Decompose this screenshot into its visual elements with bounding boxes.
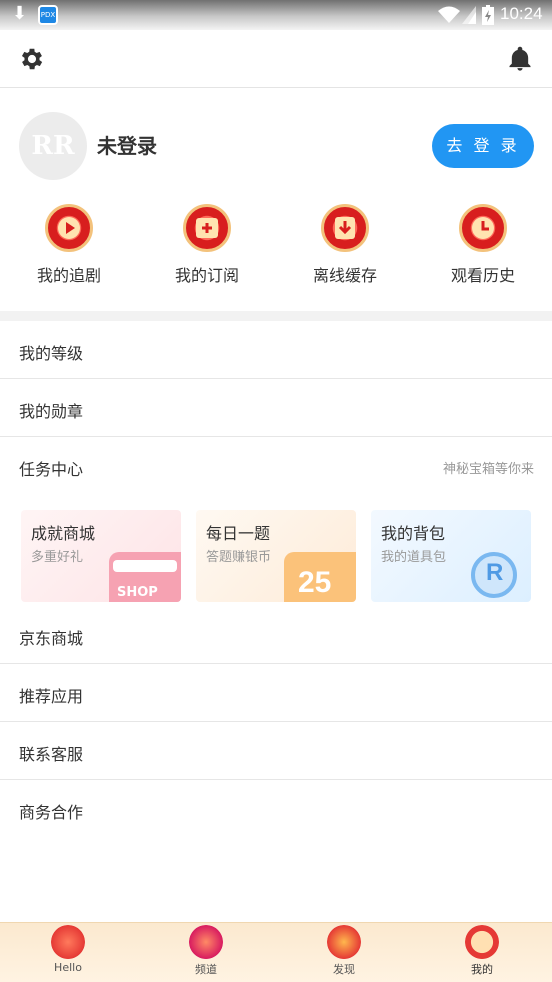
menu-item-label: 联系客服 xyxy=(19,745,84,764)
menu-item-label: 京东商城 xyxy=(19,629,84,648)
play-icon xyxy=(45,204,93,252)
menu-item-label: 商务合作 xyxy=(19,803,84,822)
card-title: 每日一题 xyxy=(206,524,271,543)
menu-item-business[interactable]: 商务合作 xyxy=(0,780,552,838)
menu-item-level[interactable]: 我的等级 xyxy=(0,321,552,379)
shortcut-watch-history[interactable]: 观看历史 xyxy=(433,204,533,286)
tab-label: 我的 xyxy=(471,963,493,976)
tab-hello[interactable]: Hello xyxy=(28,925,108,974)
card-title: 我的背包 xyxy=(381,524,446,543)
card-daily-question[interactable]: 每日一题 答题赚银币 25 xyxy=(196,510,356,602)
menu-item-label: 任务中心 xyxy=(19,460,84,479)
card-subtitle: 答题赚银币 xyxy=(206,550,272,565)
card-my-backpack[interactable]: 我的背包 我的道具包 R xyxy=(371,510,531,602)
clock-time: 10:24 xyxy=(500,4,543,23)
mine-icon xyxy=(465,925,499,959)
tab-label: 发现 xyxy=(333,963,355,976)
notification-bell-icon[interactable] xyxy=(506,45,534,73)
download-icon xyxy=(321,204,369,252)
tab-label: 频道 xyxy=(195,963,217,976)
shop-label: SHOP xyxy=(117,585,158,600)
calendar-day: 25 xyxy=(298,566,332,599)
card-title: 成就商城 xyxy=(31,524,96,543)
avatar[interactable]: RR xyxy=(19,112,87,180)
channel-icon xyxy=(189,925,223,959)
discover-icon xyxy=(327,925,361,959)
menu-item-label: 我的勋章 xyxy=(19,402,84,421)
top-bar xyxy=(0,30,552,88)
section-divider xyxy=(0,311,552,321)
tab-mine[interactable]: 我的 xyxy=(442,925,522,977)
tab-discover[interactable]: 发现 xyxy=(304,925,384,977)
menu-item-customer-service[interactable]: 联系客服 xyxy=(0,722,552,780)
bottom-tab-bar: Hello 频道 发现 我的 xyxy=(0,922,552,982)
menu-item-label: 推荐应用 xyxy=(19,687,84,706)
shortcut-my-shows[interactable]: 我的追剧 xyxy=(19,204,119,286)
tab-channel[interactable]: 频道 xyxy=(166,925,246,977)
calendar-icon: 25 xyxy=(284,552,356,602)
menu-item-label: 我的等级 xyxy=(19,344,84,363)
menu-item-medal[interactable]: 我的勋章 xyxy=(0,379,552,437)
clock-icon xyxy=(459,204,507,252)
download-icon: ⬇ xyxy=(12,3,28,24)
backpack-letter: R xyxy=(486,559,504,586)
profile-section: RR 未登录 去 登 录 我的追剧 我的订阅 离线缓存 观看历史 xyxy=(0,89,552,311)
shortcut-my-subscriptions[interactable]: 我的订阅 xyxy=(157,204,257,286)
username-label: 未登录 xyxy=(97,134,157,158)
menu-item-recommended-apps[interactable]: 推荐应用 xyxy=(0,664,552,722)
login-button[interactable]: 去 登 录 xyxy=(432,124,534,168)
app-notification-icon: PDX xyxy=(38,5,58,25)
menu-item-task-center[interactable]: 任务中心 神秘宝箱等你来 xyxy=(0,437,552,495)
card-subtitle: 我的道具包 xyxy=(381,550,447,565)
shortcut-label: 我的追剧 xyxy=(36,266,101,285)
signal-icon xyxy=(462,6,476,24)
card-subtitle: 多重好礼 xyxy=(31,550,84,565)
task-center-hint: 神秘宝箱等你来 xyxy=(442,462,534,477)
shortcut-offline-cache[interactable]: 离线缓存 xyxy=(295,204,395,286)
shortcut-label: 离线缓存 xyxy=(312,266,377,285)
shortcut-label: 观看历史 xyxy=(450,266,515,285)
tab-label: Hello xyxy=(54,961,82,974)
card-achievement-mall[interactable]: 成就商城 多重好礼 SHOP xyxy=(21,510,181,602)
backpack-r-icon: R xyxy=(459,552,531,602)
status-bar: ⬇ PDX 10:24 xyxy=(0,0,552,30)
shop-icon: SHOP xyxy=(109,552,181,602)
hello-2018-icon xyxy=(51,925,85,959)
subscribe-icon xyxy=(183,204,231,252)
wifi-icon xyxy=(438,6,460,23)
settings-gear-icon[interactable] xyxy=(18,45,46,73)
battery-charging-icon xyxy=(482,5,494,25)
menu-item-jd-mall[interactable]: 京东商城 xyxy=(0,606,552,664)
shortcut-label: 我的订阅 xyxy=(174,266,239,285)
